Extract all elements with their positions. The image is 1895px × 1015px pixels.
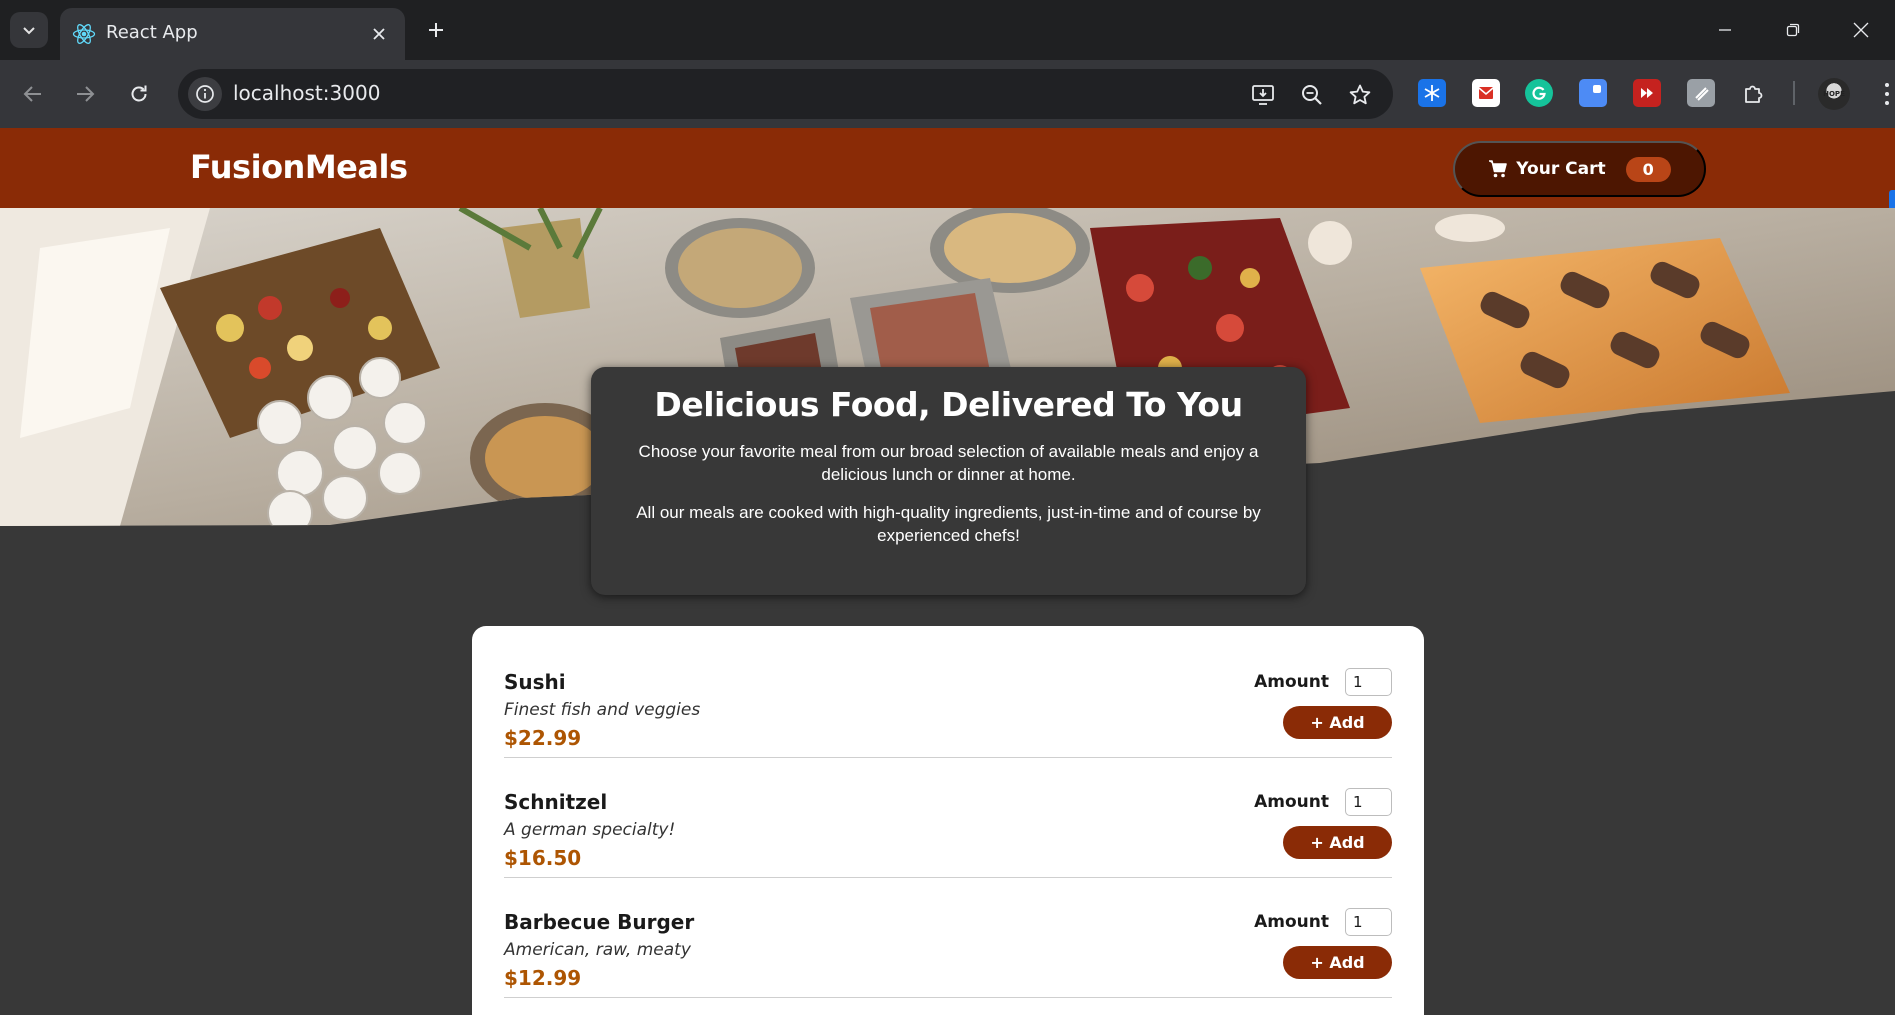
add-to-cart-button[interactable]: + Add	[1283, 706, 1392, 739]
extension-button[interactable]	[1579, 79, 1607, 107]
pen-tool-icon	[1695, 87, 1709, 101]
tab-search-button[interactable]	[10, 12, 48, 48]
tab-manager-icon	[1593, 85, 1601, 93]
site-info-button[interactable]	[188, 77, 222, 111]
summary-title: Delicious Food, Delivered To You	[654, 385, 1243, 424]
plus-icon	[429, 23, 443, 37]
snowflake-icon	[1424, 85, 1440, 101]
arrow-left-icon	[23, 86, 41, 102]
url-text[interactable]: localhost:3000	[233, 81, 380, 105]
close-window-button[interactable]	[1827, 0, 1895, 60]
meal-description: Finest fish and veggies	[504, 700, 701, 720]
amount-input[interactable]	[1345, 788, 1392, 816]
cart-count-badge: 0	[1625, 156, 1671, 182]
arrow-right-icon	[77, 86, 95, 102]
tab-title: React App	[106, 22, 198, 43]
meal-name: Schnitzel	[504, 790, 608, 814]
available-meals-card: Sushi Finest fish and veggies $22.99 Amo…	[472, 626, 1424, 1015]
close-icon	[373, 28, 385, 40]
profile-avatar-text: HOPE	[1823, 90, 1845, 98]
extension-button[interactable]	[1633, 79, 1661, 107]
reload-icon	[131, 85, 147, 102]
extensions-menu-button[interactable]	[1740, 79, 1768, 107]
restore-icon	[1786, 23, 1800, 37]
browser-toolbar: localhost:3000	[0, 60, 1895, 128]
browser-tab-strip: React App	[0, 0, 1895, 60]
extension-button[interactable]	[1418, 79, 1446, 107]
brand-logo: FusionMeals	[190, 148, 408, 186]
zoom-out-icon	[1302, 85, 1322, 105]
extension-button[interactable]	[1525, 79, 1553, 107]
meal-item: Sushi Finest fish and veggies $22.99 Amo…	[504, 638, 1392, 758]
add-to-cart-button[interactable]: + Add	[1283, 826, 1392, 859]
toolbar-divider	[1793, 81, 1795, 105]
react-logo-icon	[72, 24, 96, 44]
forward-button[interactable]	[68, 77, 102, 111]
install-app-icon	[1252, 85, 1274, 105]
app-header: FusionMeals Your Cart 0	[0, 128, 1895, 208]
meal-price: $16.50	[504, 846, 582, 870]
star-icon	[1349, 84, 1371, 105]
minimize-button[interactable]	[1691, 0, 1759, 60]
back-button[interactable]	[16, 77, 50, 111]
extension-button[interactable]	[1472, 79, 1500, 107]
reload-button[interactable]	[122, 77, 156, 111]
browser-menu-button[interactable]	[1878, 80, 1895, 108]
cart-icon	[1489, 160, 1508, 178]
cart-button[interactable]: Your Cart 0	[1453, 141, 1706, 197]
meal-name: Barbecue Burger	[504, 910, 695, 934]
amount-label: Amount	[1254, 672, 1329, 692]
meal-item: Barbecue Burger American, raw, meaty $12…	[504, 878, 1392, 998]
amount-input[interactable]	[1345, 668, 1392, 696]
new-tab-button[interactable]	[420, 14, 452, 46]
add-to-cart-button[interactable]: + Add	[1283, 946, 1392, 979]
browser-tab-active[interactable]: React App	[60, 8, 405, 60]
puzzle-icon	[1745, 85, 1763, 103]
meals-summary: Delicious Food, Delivered To You Choose …	[591, 367, 1306, 595]
cart-label: Your Cart	[1516, 159, 1606, 179]
mail-extension-icon	[1478, 87, 1494, 99]
address-bar[interactable]: localhost:3000	[178, 69, 1393, 119]
meal-price: $22.99	[504, 726, 582, 750]
summary-paragraph: Choose your favorite meal from our broad…	[638, 442, 1259, 484]
close-icon	[1853, 22, 1869, 38]
summary-paragraph: All our meals are cooked with high-quali…	[636, 503, 1261, 545]
meal-description: American, raw, meaty	[504, 940, 691, 960]
restore-button[interactable]	[1759, 0, 1827, 60]
meal-description: A german specialty!	[504, 820, 676, 840]
tab-close-button[interactable]	[367, 22, 391, 46]
chevron-down-icon	[23, 27, 35, 35]
install-app-button[interactable]	[1250, 81, 1278, 109]
amount-label: Amount	[1254, 912, 1329, 932]
minimize-icon	[1719, 29, 1731, 31]
extension-button[interactable]	[1687, 79, 1715, 107]
meal-name: Sushi	[504, 670, 566, 694]
grammarly-icon	[1532, 86, 1546, 100]
window-controls	[1691, 0, 1895, 60]
meal-item: Schnitzel A german specialty! $16.50 Amo…	[504, 758, 1392, 878]
amount-label: Amount	[1254, 792, 1329, 812]
info-icon	[196, 85, 214, 103]
meal-price: $12.99	[504, 966, 582, 990]
profile-avatar[interactable]: HOPE	[1818, 78, 1850, 110]
zoom-button[interactable]	[1298, 81, 1326, 109]
fast-forward-icon	[1641, 88, 1653, 98]
amount-input[interactable]	[1345, 908, 1392, 936]
bookmark-button[interactable]	[1346, 81, 1374, 109]
